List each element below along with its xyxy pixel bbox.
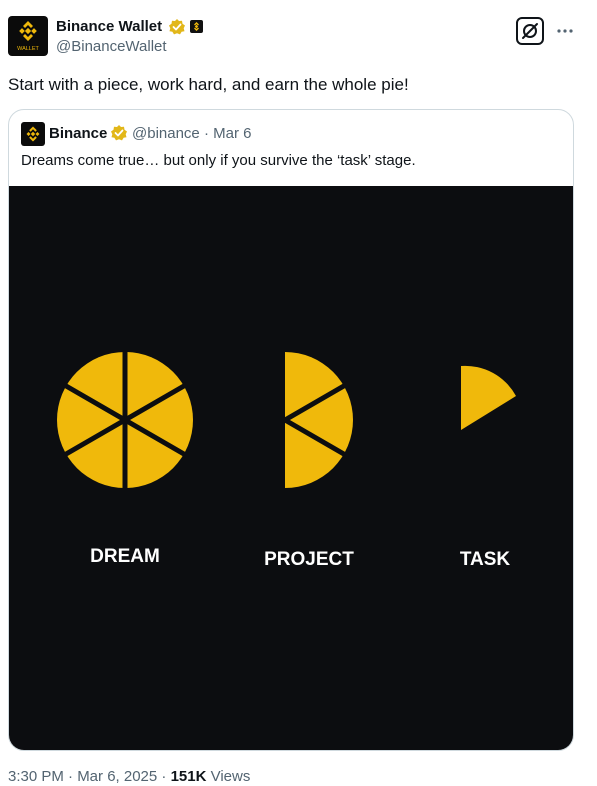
quoted-tweet-text: Dreams come true… but only if you surviv…	[21, 152, 416, 169]
verified-badge-icon[interactable]	[168, 18, 186, 36]
affiliate-badge-icon[interactable]	[190, 20, 203, 33]
verified-badge-icon[interactable]	[110, 124, 128, 142]
task-slice	[461, 365, 516, 430]
quoted-author-avatar[interactable]	[21, 122, 45, 146]
author-handle[interactable]: @BinanceWallet	[56, 38, 167, 55]
quoted-author-name[interactable]: Binance	[49, 125, 107, 142]
tweet-text: Start with a piece, work hard, and earn …	[8, 75, 409, 94]
dream-pie	[57, 349, 193, 491]
project-label: PROJECT	[264, 549, 354, 570]
tweet-timestamp[interactable]: 3:30 PM · Mar 6, 2025 ·	[8, 768, 171, 785]
author-avatar[interactable]: WALLET	[8, 16, 48, 56]
author-name[interactable]: Binance Wallet	[56, 18, 162, 35]
avatar-caption: WALLET	[17, 46, 39, 52]
quoted-media-image[interactable]: DREAM PROJECT TASK	[9, 186, 573, 750]
project-pie	[283, 352, 353, 488]
quoted-author-handle[interactable]: @binance · Mar 6	[132, 125, 251, 142]
dream-label: DREAM	[90, 546, 160, 567]
task-label: TASK	[460, 549, 511, 570]
grok-icon	[522, 23, 538, 39]
views-label: Views	[206, 768, 251, 785]
quoted-tweet-card[interactable]: Binance @binance · Mar 6 Dreams come tru…	[8, 109, 574, 751]
tweet-meta: 3:30 PM · Mar 6, 2025 · 151K Views	[8, 768, 250, 785]
more-icon[interactable]	[556, 22, 574, 33]
pie-illustration: DREAM PROJECT TASK	[57, 349, 516, 570]
grok-button[interactable]	[516, 17, 544, 45]
views-count: 151K	[170, 768, 207, 785]
